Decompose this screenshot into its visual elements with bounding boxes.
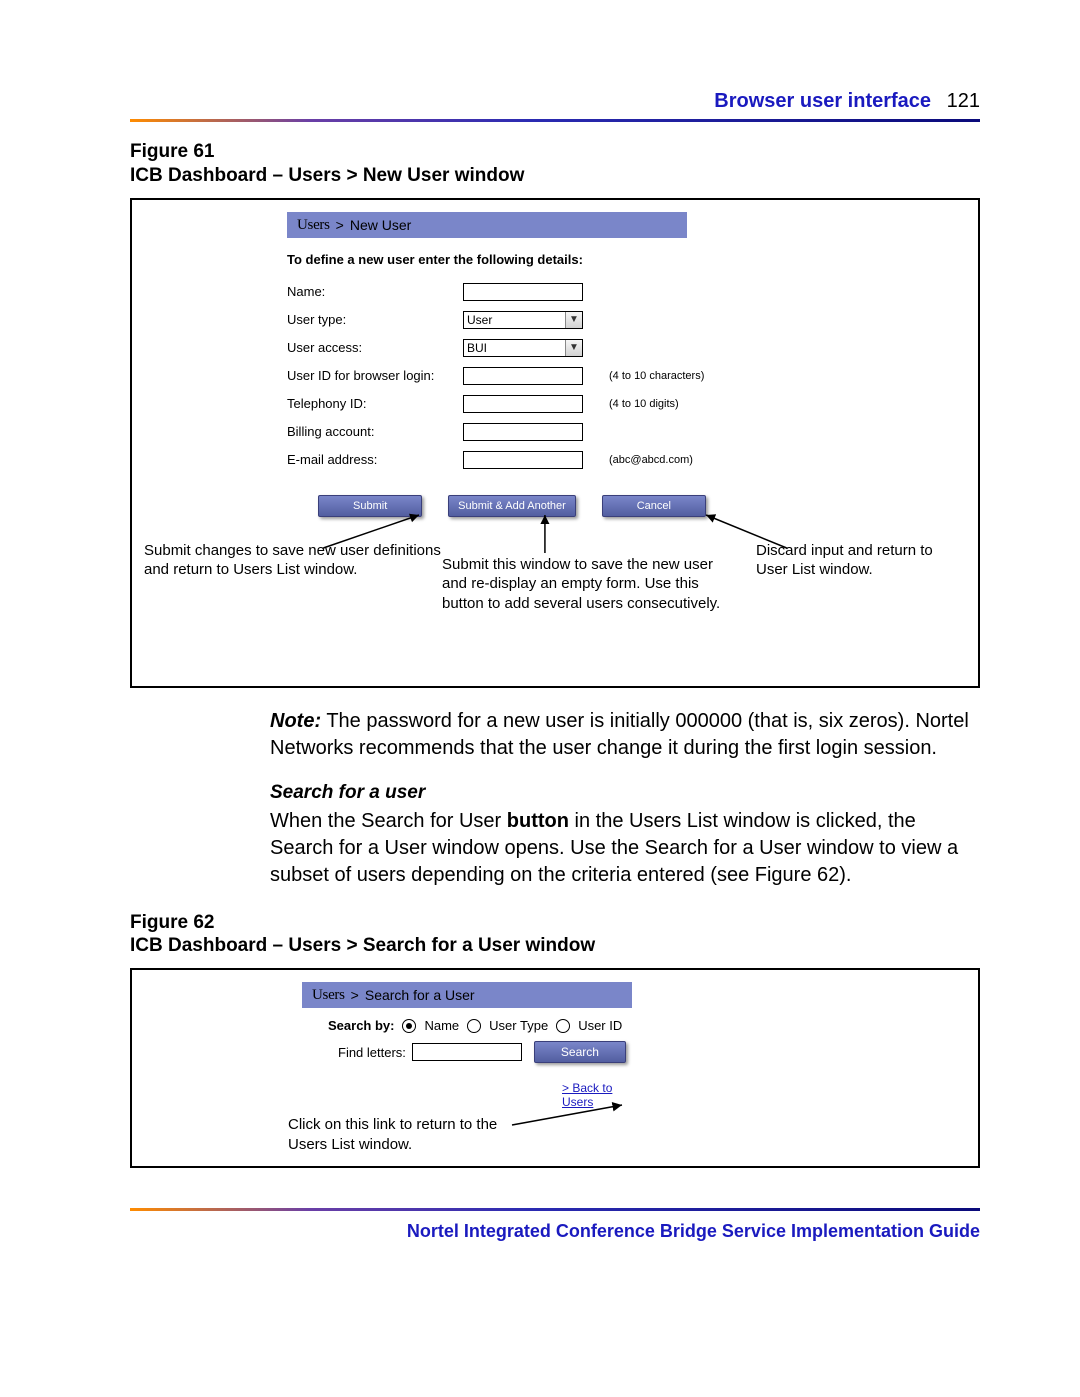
find-letters-input[interactable]: [412, 1043, 522, 1061]
label-billing: Billing account:: [287, 424, 457, 439]
user-type-select[interactable]: User ▼: [463, 311, 583, 329]
annotation-back-link: Click on this link to return to the User…: [288, 1115, 518, 1154]
note-paragraph: Note: The password for a new user is ini…: [270, 708, 980, 762]
billing-input[interactable]: [463, 423, 583, 441]
radio-user-id-label: User ID: [578, 1018, 622, 1033]
back-to-users-link[interactable]: > Back to Users: [562, 1081, 632, 1109]
label-search-by: Search by:: [328, 1018, 394, 1033]
search-by-row: Search by: Name User Type User ID: [302, 1008, 632, 1037]
page-header: Browser user interface 121: [130, 90, 980, 113]
figure62-box: Users > Search for a User Search by: Nam…: [130, 968, 980, 1168]
radio-name-label: Name: [424, 1018, 459, 1033]
breadcrumb-root: Users: [312, 982, 345, 1008]
submit-add-another-button[interactable]: Submit & Add Another: [448, 495, 576, 517]
chevron-right-icon: >: [336, 212, 344, 238]
chevron-down-icon: ▼: [565, 312, 582, 328]
figure62-title: ICB Dashboard – Users > Search for a Use…: [130, 935, 595, 956]
find-row: Find letters: Search: [302, 1037, 632, 1067]
breadcrumb-leaf: Search for a User: [365, 982, 475, 1008]
submit-button[interactable]: Submit: [318, 495, 422, 517]
name-input[interactable]: [463, 283, 583, 301]
footer-title: Nortel Integrated Conference Bridge Serv…: [130, 1221, 980, 1242]
hint-user-id: (4 to 10 characters): [609, 370, 769, 382]
hint-email: (abc@abcd.com): [609, 454, 769, 466]
row-user-type: User type: User ▼: [287, 311, 687, 329]
user-access-select[interactable]: BUI ▼: [463, 339, 583, 357]
search-subheading: Search for a user: [270, 782, 980, 804]
cancel-button[interactable]: Cancel: [602, 495, 706, 517]
note-label: Note:: [270, 710, 321, 732]
new-user-form: To define a new user enter the following…: [287, 238, 687, 469]
user-access-value: BUI: [467, 341, 487, 355]
email-input[interactable]: [463, 451, 583, 469]
breadcrumb-leaf: New User: [350, 212, 411, 238]
figure61-title: ICB Dashboard – Users > New User window: [130, 165, 524, 186]
label-name: Name:: [287, 284, 457, 299]
footer-rule: [130, 1208, 980, 1211]
figure62-label: Figure 62: [130, 912, 214, 933]
chevron-down-icon: ▼: [565, 340, 582, 356]
breadcrumb: Users > New User: [287, 212, 687, 238]
figure61-caption: Figure 61 ICB Dashboard – Users > New Us…: [130, 140, 980, 188]
header-rule: [130, 119, 980, 122]
page-number: 121: [947, 90, 980, 112]
telephony-input[interactable]: [463, 395, 583, 413]
figure61-box: Users > New User To define a new user en…: [130, 198, 980, 688]
search-paragraph: When the Search for User button in the U…: [270, 808, 980, 889]
annotation-submit-add: Submit this window to save the new user …: [442, 555, 732, 614]
row-user-access: User access: BUI ▼: [287, 339, 687, 357]
row-billing: Billing account:: [287, 423, 687, 441]
label-user-type: User type:: [287, 312, 457, 327]
breadcrumb-search: Users > Search for a User: [302, 982, 632, 1008]
label-user-access: User access:: [287, 340, 457, 355]
label-user-id: User ID for browser login:: [287, 368, 457, 383]
user-type-value: User: [467, 313, 492, 327]
label-telephony: Telephony ID:: [287, 396, 457, 411]
note-text: The password for a new user is initially…: [270, 710, 969, 759]
label-email: E-mail address:: [287, 452, 457, 467]
hint-telephony: (4 to 10 digits): [609, 398, 769, 410]
search-button[interactable]: Search: [534, 1041, 626, 1063]
breadcrumb-root: Users: [297, 212, 330, 238]
row-telephony: Telephony ID: (4 to 10 digits): [287, 395, 687, 413]
chevron-right-icon: >: [351, 982, 359, 1008]
radio-user-type-label: User Type: [489, 1018, 548, 1033]
radio-user-id[interactable]: [556, 1019, 570, 1033]
figure61-annotations: Submit changes to save new user definiti…: [142, 535, 968, 645]
section-title: Browser user interface: [714, 90, 931, 112]
figure62-caption: Figure 62 ICB Dashboard – Users > Search…: [130, 911, 980, 959]
row-name: Name:: [287, 283, 687, 301]
label-find-letters: Find letters:: [338, 1045, 406, 1060]
radio-name[interactable]: [402, 1019, 416, 1033]
row-email: E-mail address: (abc@abcd.com): [287, 451, 687, 469]
user-id-input[interactable]: [463, 367, 583, 385]
row-user-id: User ID for browser login: (4 to 10 char…: [287, 367, 687, 385]
figure61-label: Figure 61: [130, 141, 214, 162]
figure62-annotation: Click on this link to return to the User…: [282, 1115, 968, 1165]
form-intro: To define a new user enter the following…: [287, 252, 687, 267]
annotation-submit: Submit changes to save new user definiti…: [144, 541, 454, 580]
annotation-cancel: Discard input and return to User List wi…: [756, 541, 966, 580]
radio-user-type[interactable]: [467, 1019, 481, 1033]
